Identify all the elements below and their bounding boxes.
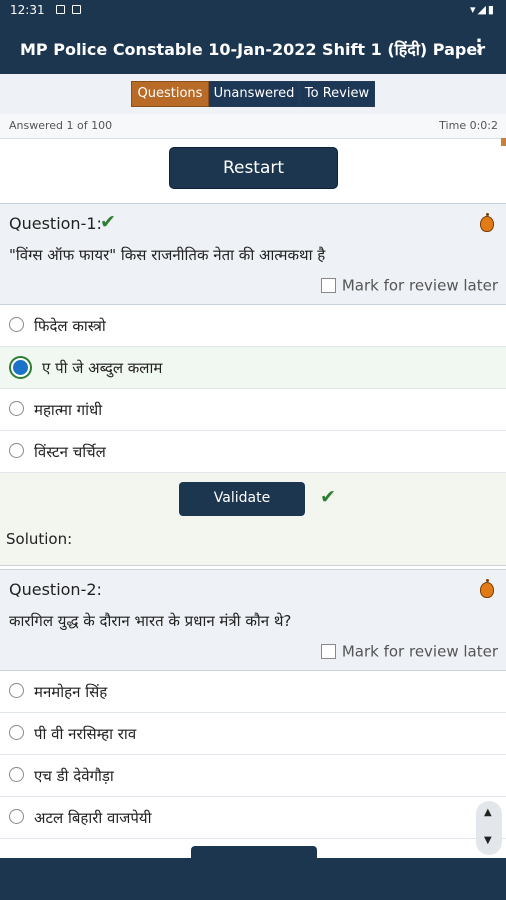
more-options-icon[interactable]: ⋮ <box>470 36 488 57</box>
bottom-bar <box>0 858 506 900</box>
scroll-down-icon[interactable]: ▼ <box>484 835 492 846</box>
image-notification-icon <box>56 5 65 14</box>
correct-check-icon: ✔ <box>100 211 116 233</box>
report-bug-icon[interactable] <box>480 579 494 598</box>
option-label: ए पी जे अब्दुल कलाम <box>42 359 163 377</box>
report-bug-icon[interactable] <box>480 213 494 232</box>
answered-count: Answered 1 of 100 <box>9 119 113 132</box>
checkbox-icon[interactable] <box>320 278 336 293</box>
tab-bar: Questions Unanswered To Review <box>0 74 506 114</box>
option-label: फिदेल कास्त्रो <box>34 317 106 335</box>
option-label: अटल बिहारी वाजपेयी <box>34 809 152 827</box>
scroll-up-icon[interactable]: ▲ <box>484 807 492 818</box>
question-2-text: कारगिल युद्ध के दौरान भारत के प्रधान मंत… <box>9 612 292 630</box>
question-1-text: "विंग्स ऑफ फायर" किस राजनीतिक नेता की आत… <box>9 246 326 264</box>
restart-button[interactable]: Restart <box>169 147 338 189</box>
radio-button[interactable] <box>9 767 24 782</box>
app-notification-icon <box>72 5 81 14</box>
radio-button[interactable] <box>9 683 24 698</box>
option-label: एच डी देवेगौड़ा <box>34 767 114 785</box>
validate-button-q1[interactable]: Validate <box>179 482 305 516</box>
q2-option-2[interactable]: पी वी नरसिम्हा राव <box>0 713 506 755</box>
app-title: MP Police Constable 10-Jan-2022 Shift 1 … <box>20 40 486 59</box>
tab-unanswered[interactable]: Unanswered <box>209 81 299 107</box>
elapsed-time: Time 0:0:2 <box>439 119 498 132</box>
q1-validate-section: Validate ✔ Solution: <box>0 473 506 566</box>
q1-option-1[interactable]: फिदेल कास्त्रो <box>0 305 506 347</box>
option-label: विंस्टन चर्चिल <box>34 443 106 461</box>
mark-review-label: Mark for review later <box>341 642 498 661</box>
system-icons: ▾◢▮ <box>469 3 496 16</box>
radio-button[interactable] <box>9 443 24 458</box>
q1-option-4[interactable]: विंस्टन चर्चिल <box>0 431 506 473</box>
question-2-title: Question-2: <box>9 580 102 599</box>
option-label: महात्मा गांधी <box>34 401 103 419</box>
validated-check-icon: ✔ <box>320 486 336 508</box>
q2-option-4[interactable]: अटल बिहारी वाजपेयी <box>0 797 506 839</box>
scroll-indicator <box>501 138 506 146</box>
tab-questions[interactable]: Questions <box>131 81 209 107</box>
question-1-title: Question-1: <box>9 214 102 233</box>
option-label: मनमोहन सिंह <box>34 683 108 701</box>
scroll-control[interactable]: ▲ ▼ <box>476 801 502 855</box>
status-bar: 12:31 ▾◢▮ <box>0 0 506 22</box>
mark-review-label: Mark for review later <box>341 276 498 295</box>
mark-review-checkbox-q2[interactable]: Mark for review later <box>320 642 498 661</box>
app-bar: MP Police Constable 10-Jan-2022 Shift 1 … <box>0 22 506 74</box>
checkbox-icon[interactable] <box>320 644 336 659</box>
option-label: पी वी नरसिम्हा राव <box>34 725 137 743</box>
radio-button-selected[interactable] <box>9 356 32 379</box>
mark-review-checkbox-q1[interactable]: Mark for review later <box>320 276 498 295</box>
radio-button[interactable] <box>9 809 24 824</box>
q2-option-1[interactable]: मनमोहन सिंह <box>0 671 506 713</box>
question-1-header: Question-1: ✔ "विंग्स ऑफ फायर" किस राजनी… <box>0 203 506 305</box>
radio-button[interactable] <box>9 725 24 740</box>
status-time: 12:31 <box>10 3 45 17</box>
radio-button[interactable] <box>9 401 24 416</box>
radio-button[interactable] <box>9 317 24 332</box>
solution-label: Solution: <box>6 530 73 548</box>
q1-option-2[interactable]: ए पी जे अब्दुल कलाम <box>0 347 506 389</box>
tab-to-review[interactable]: To Review <box>299 81 375 107</box>
progress-row: Answered 1 of 100 Time 0:0:2 <box>0 114 506 139</box>
q1-option-3[interactable]: महात्मा गांधी <box>0 389 506 431</box>
question-2-header: Question-2: कारगिल युद्ध के दौरान भारत क… <box>0 569 506 671</box>
q2-option-3[interactable]: एच डी देवेगौड़ा <box>0 755 506 797</box>
